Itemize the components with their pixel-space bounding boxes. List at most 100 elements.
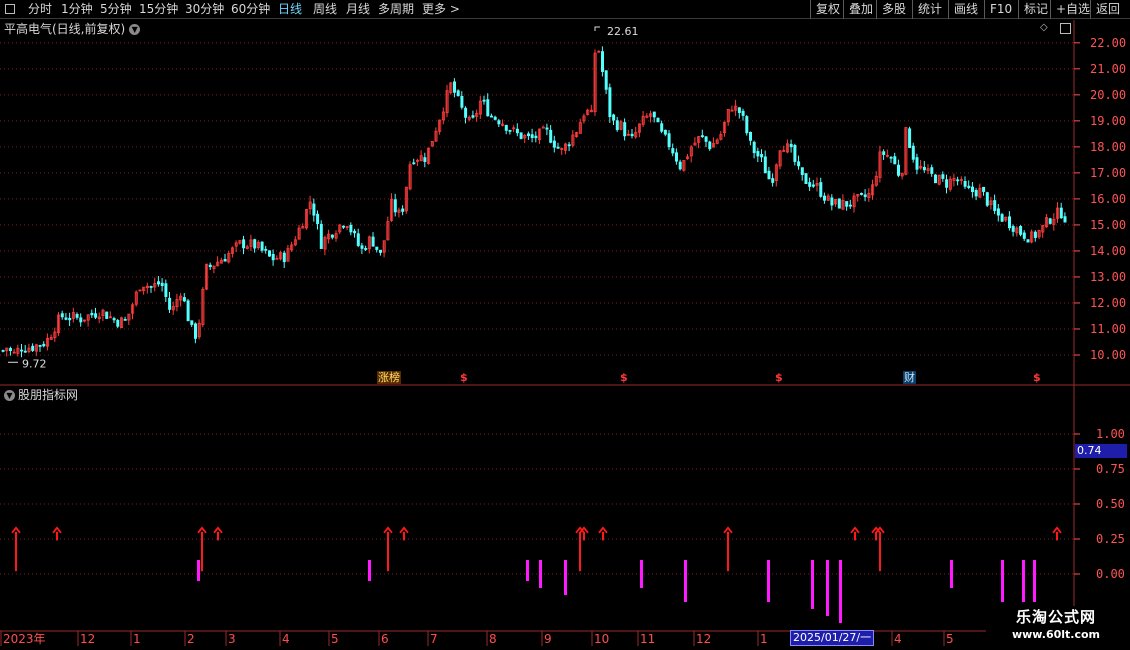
event-badge-cai[interactable]: 财: [903, 371, 916, 384]
price-tick-label: 13.00: [1090, 269, 1127, 284]
candle-body: [615, 120, 619, 131]
date-tick-label: 4: [894, 632, 902, 646]
candle-body: [911, 145, 915, 160]
candle-body: [20, 349, 24, 352]
price-tick-label: 14.00: [1090, 243, 1127, 258]
candle-body: [349, 224, 353, 233]
candle-body: [830, 197, 834, 206]
candle-body: [930, 167, 934, 174]
kline-chart[interactable]: 22.61 9.72: [0, 0, 1130, 650]
event-badge-dollar[interactable]: $: [460, 371, 468, 384]
candle-body: [208, 264, 212, 267]
candle-body: [612, 114, 616, 121]
candle-body: [116, 320, 120, 327]
price-tick-label: 12.00: [1090, 295, 1127, 310]
candle-body: [471, 115, 475, 118]
candle-body: [1019, 225, 1023, 235]
candle-body: [64, 317, 68, 320]
candle-body: [708, 141, 712, 150]
date-tick-label: 2023年: [3, 632, 46, 646]
signal-down-bar: [564, 560, 567, 595]
candle-body: [945, 179, 949, 188]
candle-body: [267, 250, 271, 257]
candle-body: [601, 51, 605, 72]
candle-body: [671, 148, 675, 154]
candle-body: [741, 110, 745, 116]
indicator-tick-label: 1.00: [1096, 427, 1125, 441]
candle-body: [811, 184, 815, 187]
indicator-tick-label: 0.75: [1096, 462, 1125, 476]
candle-body: [934, 174, 938, 184]
candle-body: [371, 236, 375, 247]
indicator-tick-label: 0.00: [1096, 567, 1125, 581]
candle-body: [1000, 214, 1004, 222]
candle-body: [412, 162, 416, 165]
candle-body: [556, 146, 560, 149]
candle-body: [1059, 207, 1063, 219]
price-tick-label: 18.00: [1090, 139, 1127, 154]
candle-body: [771, 178, 775, 183]
candle-body: [1063, 216, 1067, 223]
candle-body: [353, 230, 357, 234]
event-badge-bang[interactable]: 涨榜: [377, 371, 401, 384]
candle-body: [752, 141, 756, 154]
candle-body: [963, 180, 967, 187]
candle-body: [808, 182, 812, 187]
candle-body: [908, 128, 912, 148]
candle-body: [819, 182, 823, 197]
signal-down-bar: [640, 560, 643, 588]
candle-body: [660, 123, 664, 132]
candle-body: [105, 311, 109, 319]
candle-body: [156, 281, 160, 285]
watermark-title: 乐淘公式网: [1015, 608, 1096, 626]
current-indicator-value: 0.74: [1075, 444, 1127, 458]
candle-body: [489, 115, 493, 118]
candle-body: [375, 246, 379, 250]
candle-body: [356, 233, 360, 246]
candle-body: [282, 252, 286, 263]
candle-body: [996, 208, 1000, 216]
signal-down-bar: [1033, 560, 1036, 602]
candle-body: [330, 234, 334, 238]
candle-body: [789, 143, 793, 148]
candle-body: [168, 297, 172, 310]
candle-body: [863, 194, 867, 198]
event-badge-dollar[interactable]: $: [620, 371, 628, 384]
candle-body: [486, 99, 490, 117]
candle-body: [223, 259, 227, 262]
date-tick-label: 12: [696, 632, 712, 646]
candle-body: [75, 314, 79, 318]
date-tick-label: 7: [430, 632, 438, 646]
event-badge-dollar[interactable]: $: [1033, 371, 1041, 384]
date-tick-label: 10: [594, 632, 610, 646]
candle-body: [1033, 231, 1037, 238]
candle-body: [604, 70, 608, 90]
candle-body: [749, 131, 753, 141]
date-tick-label: 8: [489, 632, 497, 646]
candle-body: [123, 318, 127, 321]
candle-body: [186, 300, 190, 322]
candle-body: [23, 350, 27, 353]
candle-body: [271, 254, 275, 261]
date-tick-label: 1: [760, 632, 768, 646]
signal-down-bar: [826, 560, 829, 616]
signal-down-bar: [539, 560, 542, 588]
event-badge-dollar[interactable]: $: [775, 371, 783, 384]
candle-body: [190, 320, 194, 325]
candle-body: [264, 248, 268, 251]
date-tick-label: 11: [640, 632, 656, 646]
low-label: 9.72: [22, 357, 47, 370]
candle-body: [242, 239, 246, 249]
candle-body: [112, 318, 116, 321]
date-tick-label: 2: [187, 632, 195, 646]
candle-body: [149, 286, 153, 288]
candle-body: [193, 323, 197, 339]
candle-body: [79, 317, 83, 323]
candle-body: [982, 186, 986, 192]
candle-body: [956, 179, 960, 182]
date-tick-label: 9: [544, 632, 552, 646]
price-tick-label: 22.00: [1090, 35, 1127, 50]
candle-body: [922, 166, 926, 171]
candle-body: [182, 297, 186, 302]
candle-body: [897, 164, 901, 176]
